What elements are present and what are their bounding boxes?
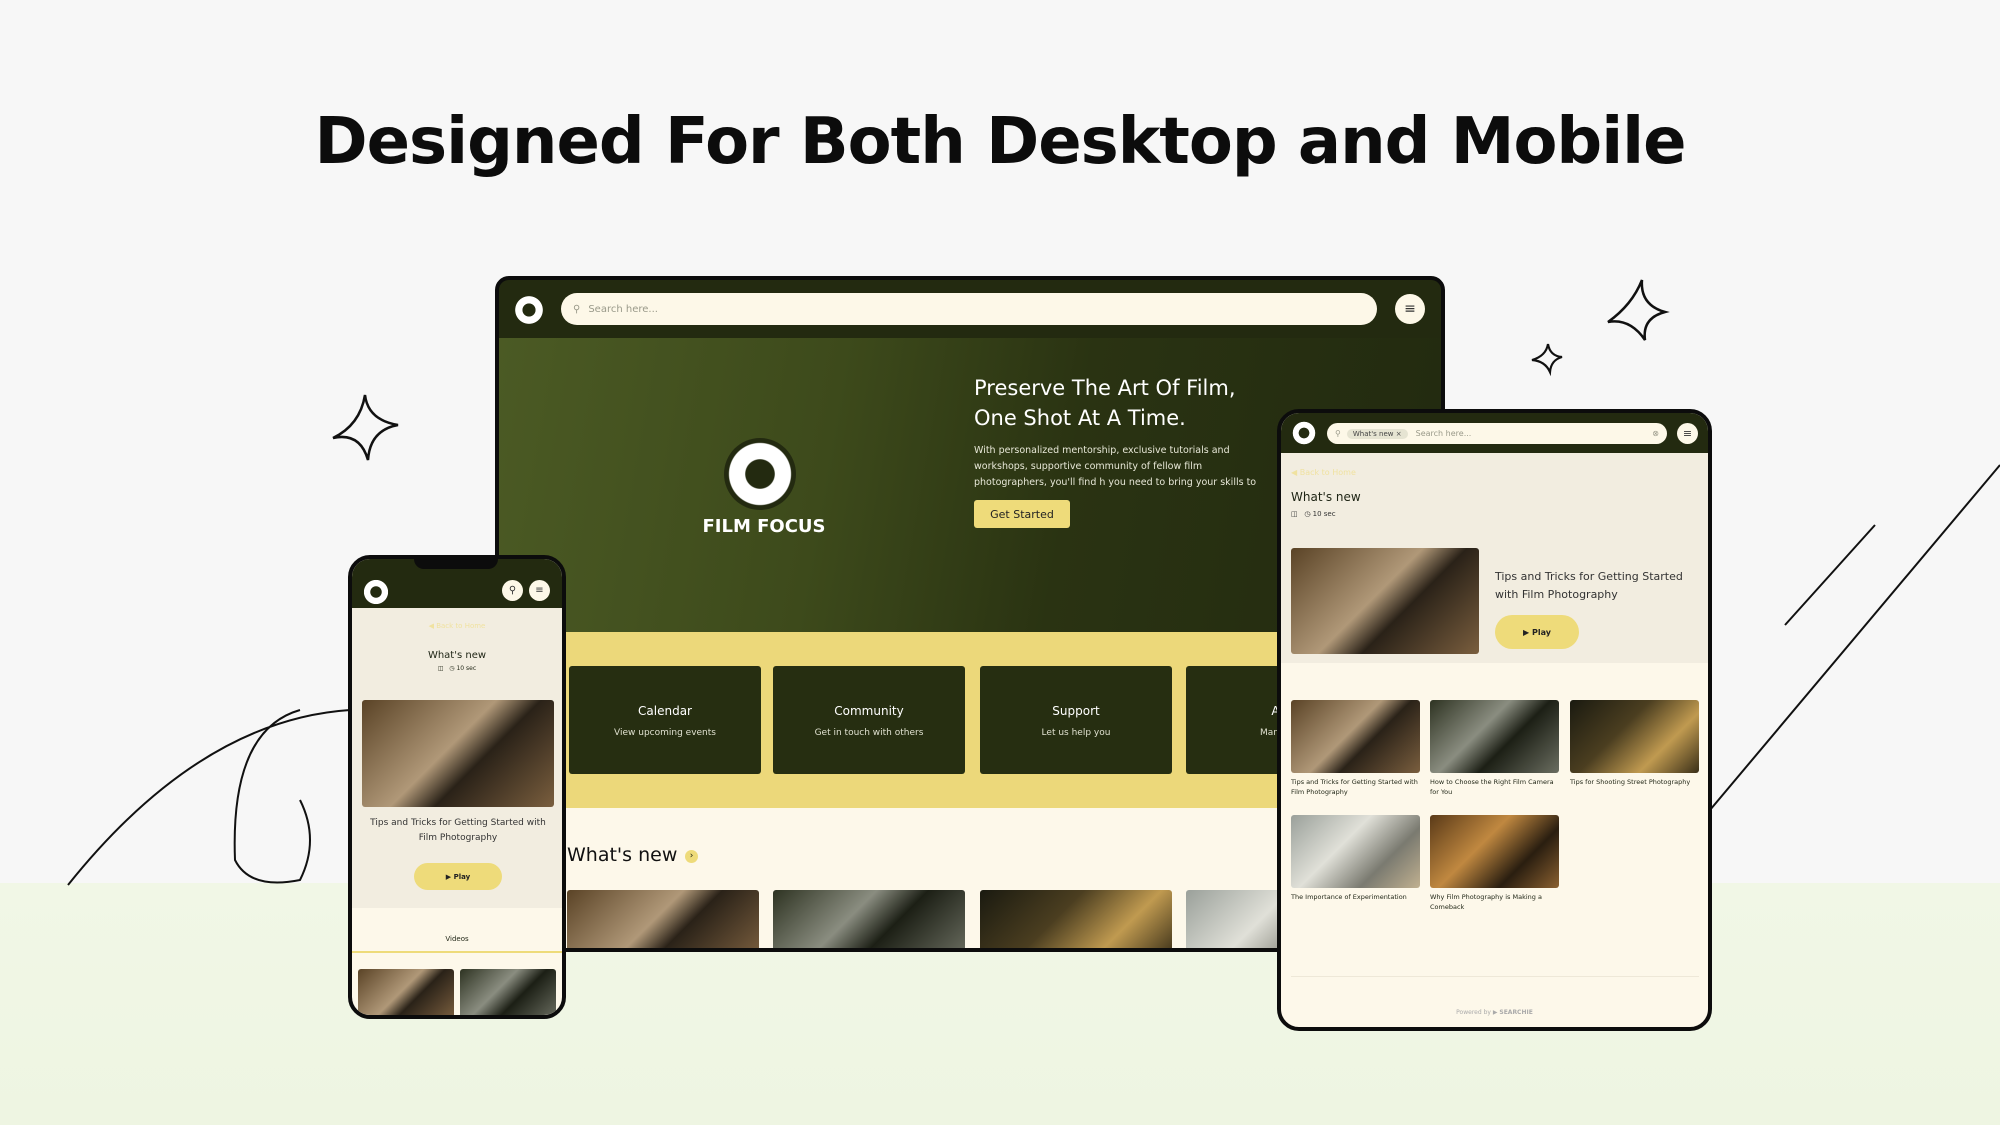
back-label: Back to Home [1299,468,1356,477]
duration-value: 10 sec [1312,510,1336,518]
video-thumbnail[interactable] [1430,700,1559,773]
powered-by: Powered by ▶ SEARCHIE [1456,1009,1533,1016]
featured-thumbnail[interactable] [1291,548,1479,654]
searchie-logo[interactable]: SEARCHIE [1499,1009,1532,1016]
search-icon: ⚲ [573,303,581,315]
search-input[interactable]: ⚲ What's new × Search here... ⊗ [1327,423,1667,444]
phone-notch [414,559,498,569]
get-started-button[interactable]: Get Started [974,500,1070,528]
featured-section: ◀ Back to Home What's new ◫ ◷ 10 sec Tip… [352,608,562,908]
video-title[interactable]: Tips and Tricks for Getting Started with… [1291,777,1420,797]
menu-icon[interactable]: ≡ [529,580,550,601]
section-title: What's new [567,844,678,866]
search-icon[interactable]: ⚲ [502,580,523,601]
close-icon[interactable]: × [1396,430,1402,438]
search-chip[interactable]: What's new × [1346,428,1408,439]
video-thumbnail[interactable] [773,890,965,948]
card-subtitle: View upcoming events [614,728,716,738]
video-thumbnail[interactable] [980,890,1172,948]
phone-header: ⚲ ≡ [352,559,562,608]
featured-section: ◀ Back to Home What's new ◫ ◷ 10 sec Tip… [1281,453,1708,663]
card-title: Support [1052,704,1100,718]
featured-thumbnail[interactable] [362,700,554,807]
search-input[interactable]: ⚲ Search here... [561,293,1377,325]
video-list-icon: ◫ [437,665,444,672]
play-button[interactable]: ▶ Play [1495,615,1579,649]
divider [1291,976,1699,977]
clock-icon: ◷ [1304,510,1311,518]
chevron-right-icon[interactable]: › [685,850,698,863]
phone-mockup: ⚲ ≡ ◀ Back to Home What's new ◫ ◷ 10 sec… [348,555,566,1019]
play-label: Play [1531,627,1551,637]
video-title[interactable]: Why Film Photography is Making a Comebac… [1430,892,1559,912]
desktop-header: ⚲ Search here... ≡ [499,280,1441,338]
logo-icon[interactable] [513,294,545,326]
video-thumbnail[interactable] [1570,700,1699,773]
duration: ◫ ◷ 10 sec [352,665,562,672]
duration-value: 10 sec [456,665,477,672]
video-thumbnail[interactable] [1291,700,1420,773]
sparkle-icon [332,394,399,461]
back-to-home-link[interactable]: ◀ Back to Home [352,622,562,630]
back-to-home-link[interactable]: ◀ Back to Home [1291,468,1356,477]
menu-icon[interactable]: ≡ [1677,423,1698,444]
hero-body: With personalized mentorship, exclusive … [974,445,1257,488]
video-thumbnail[interactable] [358,969,454,1015]
video-title[interactable]: The Importance of Experimentation [1291,892,1420,902]
clock-icon: ◷ [449,665,455,672]
search-placeholder: Search here... [1415,429,1472,438]
card-subtitle: Let us help you [1041,728,1111,738]
video-thumbnail[interactable] [567,890,759,948]
play-label: Play [453,872,471,881]
clear-icon[interactable]: ⊗ [1652,429,1659,438]
film-focus-logo-icon [724,438,796,510]
duration: ◫ ◷ 10 sec [1291,510,1336,518]
sparkle-icon [1607,279,1670,341]
card-title: Community [834,704,904,718]
section-title: What's new [427,650,487,661]
brand-name: FILM FOCUS [702,516,826,537]
card-calendar[interactable]: Calendar View upcoming events [569,666,761,774]
video-thumbnail[interactable] [1291,815,1420,888]
back-label: Back to Home [436,622,486,630]
tablet-mockup: ⚲ What's new × Search here... ⊗ ≡ ◀ Back… [1277,409,1712,1031]
card-community[interactable]: Community Get in touch with others [773,666,965,774]
card-title: Calendar [638,704,692,718]
menu-icon[interactable]: ≡ [1395,294,1425,324]
section-title: What's new [1291,490,1361,504]
powered-label: Powered by [1456,1009,1491,1016]
featured-title: Tips and Tricks for Getting Started with… [1495,570,1683,601]
video-list-icon: ◫ [1291,510,1298,518]
search-icon: ⚲ [1335,429,1341,438]
tab-underline [352,951,562,953]
card-subtitle: Get in touch with others [814,728,924,738]
play-button[interactable]: ▶ Play [414,863,502,890]
logo-icon[interactable] [1291,420,1317,446]
sparkle-icon [1531,343,1563,377]
featured-title: Tips and Tricks for Getting Started with… [370,818,546,843]
hero-title: Preserve The Art Of Film, One Shot At A … [974,376,1236,430]
video-thumbnail[interactable] [1430,815,1559,888]
card-support[interactable]: Support Let us help you [980,666,1172,774]
video-thumbnail[interactable] [460,969,556,1015]
tab-videos[interactable]: Videos [352,935,562,943]
tablet-header: ⚲ What's new × Search here... ⊗ ≡ [1281,413,1708,453]
search-placeholder: Search here... [588,303,658,315]
video-title[interactable]: How to Choose the Right Film Camera for … [1430,777,1559,797]
chip-label: What's new [1352,429,1394,438]
video-title[interactable]: Tips for Shooting Street Photography [1570,777,1699,787]
logo-icon[interactable] [362,578,390,606]
